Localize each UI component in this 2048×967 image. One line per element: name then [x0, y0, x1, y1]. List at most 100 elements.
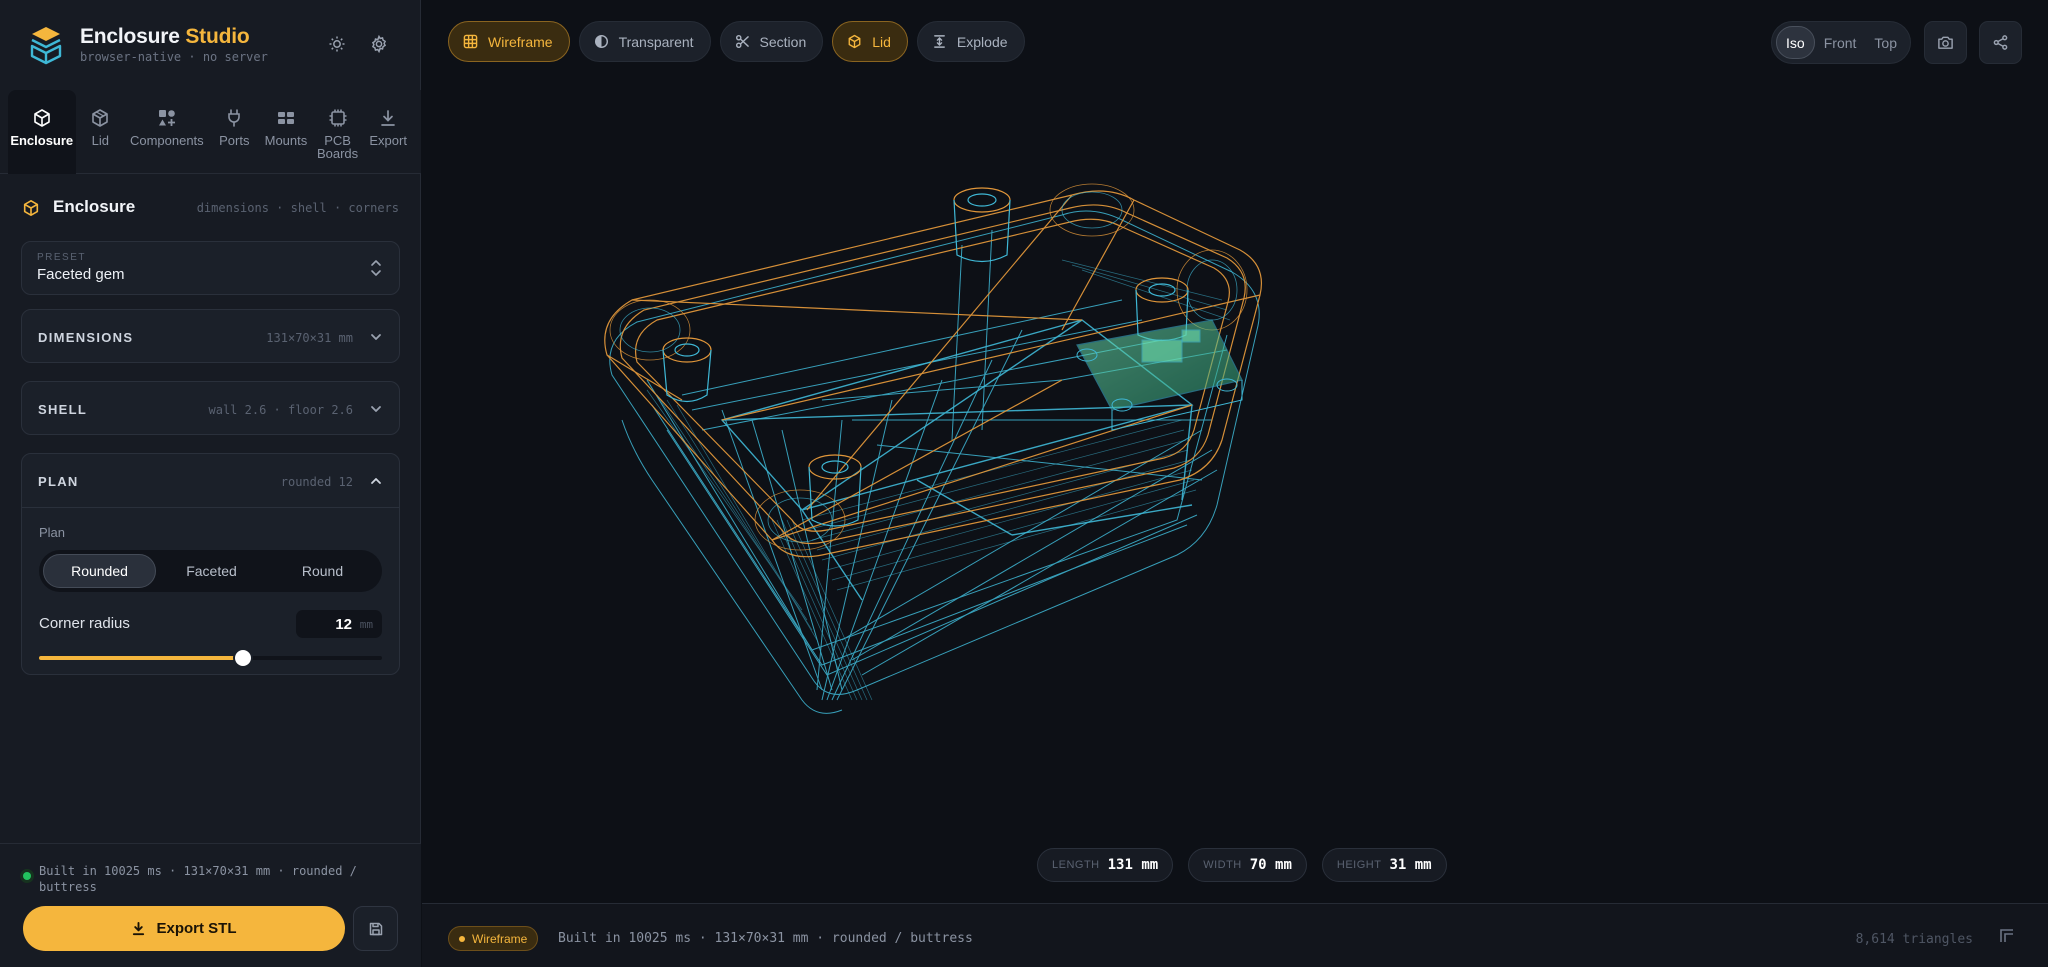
dimension-readouts: LENGTH 131 mm WIDTH 70 mm HEIGHT 31 mm [1037, 848, 1447, 882]
enclosure-body-dense-wires [646, 259, 1231, 701]
settings-button[interactable] [365, 30, 393, 58]
layout-icon[interactable] [1999, 928, 2015, 944]
app-subtitle: browser-native · no server [80, 50, 268, 64]
plan-option-faceted[interactable]: Faceted [156, 554, 267, 588]
build-status-text: Built in 10025 ms · 131×70×31 mm · round… [39, 864, 357, 894]
nav-item-label: PCB Boards [316, 133, 359, 161]
dim-value: 131 mm [1107, 857, 1159, 873]
logo-icon [30, 27, 62, 65]
nav-item-label: Mounts [264, 133, 308, 148]
mounts-icon [277, 112, 294, 124]
chevron-down-icon [371, 406, 381, 412]
wireframe-toggle[interactable]: Wireframe [448, 21, 570, 62]
gear-icon [371, 35, 387, 53]
lid-box-icon [848, 34, 861, 49]
view-top-button[interactable]: Top [1865, 26, 1906, 59]
corner-radius-unit: mm [359, 618, 373, 631]
dimensions-section-header[interactable]: DIMENSIONS 131×70×31 mm [21, 309, 400, 363]
transparent-toggle[interactable]: Transparent [578, 21, 711, 62]
scissors-icon [735, 34, 749, 49]
nav-item-components[interactable]: Components [125, 90, 208, 174]
sun-icon [329, 36, 345, 52]
nav-item-mounts[interactable]: Mounts [260, 90, 312, 174]
camera-icon [1938, 36, 1953, 49]
dim-label: WIDTH [1203, 859, 1242, 871]
view-iso-button[interactable]: Iso [1776, 26, 1815, 59]
screenshot-button[interactable] [1924, 21, 1967, 64]
tool-label: Transparent [618, 33, 694, 50]
preset-select[interactable]: PRESET Faceted gem [21, 241, 400, 295]
save-icon [369, 922, 382, 935]
save-project-button[interactable] [353, 906, 398, 951]
export-stl-button[interactable]: Export STL [23, 906, 345, 951]
lid-toggle[interactable]: Lid [832, 21, 908, 62]
nav-item-pcb-boards[interactable]: PCB Boards [312, 90, 364, 174]
nav-item-enclosure[interactable]: Enclosure [8, 90, 76, 174]
section-title: DIMENSIONS [38, 330, 134, 345]
plan-option-rounded[interactable]: Rounded [43, 554, 156, 588]
mode-label: Wireframe [472, 931, 528, 946]
section-summary: 131×70×31 mm [266, 331, 353, 345]
dim-label: LENGTH [1052, 859, 1100, 871]
grid-icon [463, 34, 478, 49]
brand-header: Enclosure Studio browser-native · no ser… [0, 0, 421, 90]
panel-title: Enclosure [53, 197, 136, 216]
explode-icon [934, 35, 945, 48]
export-stl-label: Export STL [156, 920, 237, 937]
sidebar: Enclosure Studio browser-native · no ser… [0, 0, 421, 967]
plug-icon [228, 109, 241, 127]
dim-value: 31 mm [1389, 857, 1432, 873]
camera-view-selector: Iso Front Top [1771, 21, 1911, 64]
plan-section-header[interactable]: PLAN rounded 12 [22, 454, 399, 508]
enclosure-body-wires [609, 210, 1260, 714]
tool-label: Explode [956, 33, 1008, 50]
nav-item-export[interactable]: Export [363, 90, 413, 174]
enclosure-wireframe-model[interactable] [422, 90, 2048, 810]
view-front-button[interactable]: Front [1815, 26, 1866, 59]
plan-option-round[interactable]: Round [267, 554, 378, 588]
chevron-up-icon [371, 478, 381, 484]
theme-toggle-button[interactable] [323, 30, 351, 58]
corner-radius-slider[interactable] [39, 650, 382, 666]
share-button[interactable] [1979, 21, 2022, 64]
sidebar-footer: Built in 10025 ms · 131×70×31 mm · round… [0, 843, 421, 967]
share-icon [1993, 35, 2008, 50]
width-readout: WIDTH 70 mm [1188, 848, 1307, 882]
tool-label: Wireframe [488, 33, 553, 50]
status-text: Built in 10025 ms · 131×70×31 mm · round… [558, 931, 973, 946]
section-nav: Enclosure Lid Components Ports Mounts PC… [0, 90, 421, 174]
section-toggle[interactable]: Section [719, 21, 824, 62]
plan-section: PLAN rounded 12 Plan Rounded Faceted Rou… [21, 453, 400, 675]
dim-label: HEIGHT [1336, 859, 1382, 871]
pcb-icon [329, 109, 347, 127]
corner-radius-input[interactable]: 12 mm [296, 610, 382, 638]
plan-shape-selector: Rounded Faceted Round [39, 550, 382, 592]
nav-item-label: Ports [219, 133, 250, 148]
3d-viewport[interactable]: Wireframe Transparent Section Lid Explod… [422, 0, 2048, 903]
nav-item-label: Components [129, 133, 204, 148]
lid-box-icon [92, 109, 109, 127]
cube-icon [33, 109, 50, 127]
slider-thumb[interactable] [235, 650, 252, 666]
section-summary: rounded 12 [280, 475, 353, 489]
nav-item-ports[interactable]: Ports [209, 90, 261, 174]
plan-field-label: Plan [39, 525, 66, 540]
corner-radius-value: 12 [335, 616, 352, 633]
panel-header: Enclosure dimensions · shell · corners [22, 197, 399, 219]
app-root: Enclosure Studio browser-native · no ser… [0, 0, 2048, 967]
section-title: SHELL [38, 402, 88, 417]
preset-value: Faceted gem [37, 266, 125, 283]
nav-item-lid[interactable]: Lid [76, 90, 126, 174]
dim-value: 70 mm [1249, 857, 1292, 873]
mode-dot [459, 935, 465, 942]
shell-section-header[interactable]: SHELL wall 2.6 · floor 2.6 [21, 381, 400, 435]
height-readout: HEIGHT 31 mm [1321, 848, 1447, 882]
nav-item-label: Export [369, 133, 407, 148]
app-title: Enclosure Studio [80, 25, 250, 48]
corner-radius-label: Corner radius [39, 615, 130, 632]
cube-icon [23, 199, 39, 217]
slider-fill [39, 656, 244, 660]
chevron-down-icon [371, 334, 381, 340]
explode-toggle[interactable]: Explode [916, 21, 1025, 62]
updown-chevron-icon [371, 260, 381, 276]
